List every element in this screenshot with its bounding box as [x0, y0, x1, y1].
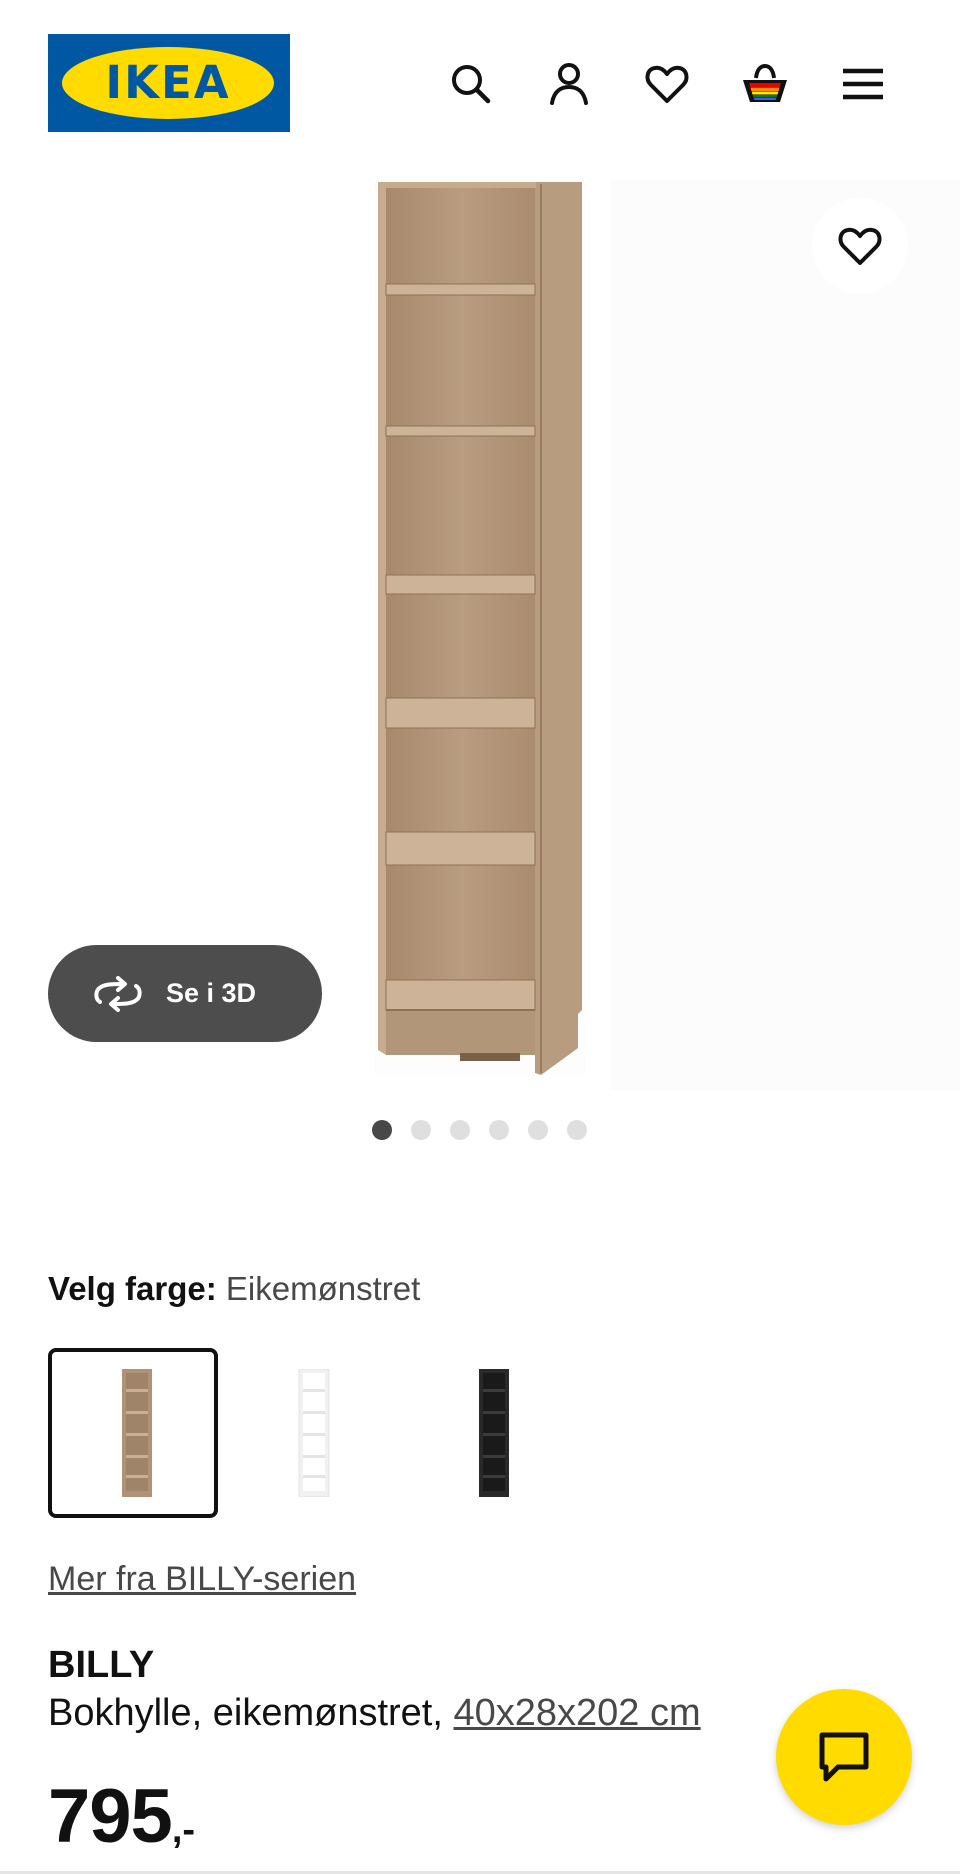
heart-icon — [838, 227, 882, 265]
product-description-text: Bokhylle, eikemønstret, — [48, 1692, 454, 1734]
heart-icon[interactable] — [643, 60, 691, 108]
price-amount: 795 — [48, 1774, 173, 1859]
product-description: Bokhylle, eikemønstret, 40x28x202 cm — [48, 1692, 701, 1735]
color-picker-label: Velg farge: Eikemønstret — [48, 1270, 420, 1308]
carousel-dot[interactable] — [489, 1120, 509, 1140]
series-link[interactable]: Mer fra BILLY-serien — [48, 1560, 356, 1599]
chat-button[interactable] — [776, 1689, 912, 1825]
carousel-dot[interactable] — [411, 1120, 431, 1140]
rotate-3d-icon — [94, 976, 142, 1012]
price-suffix: ,- — [171, 1809, 196, 1851]
carousel-dot[interactable] — [450, 1120, 470, 1140]
color-swatch-black[interactable] — [408, 1348, 578, 1518]
product-dimensions-link[interactable]: 40x28x202 cm — [453, 1692, 700, 1734]
carousel-dot[interactable] — [567, 1120, 587, 1140]
registered-mark: ® — [275, 61, 285, 72]
swatch-image — [479, 1369, 509, 1497]
selected-color-value: Eikemønstret — [225, 1270, 421, 1307]
chat-icon — [819, 1732, 869, 1782]
search-icon[interactable] — [447, 60, 495, 108]
carousel-dot[interactable] — [372, 1120, 392, 1140]
product-name: BILLY — [48, 1644, 155, 1686]
carousel-dot[interactable] — [528, 1120, 548, 1140]
ikea-logo[interactable]: IKEA ® — [48, 34, 290, 132]
menu-icon[interactable] — [839, 60, 887, 108]
logo-wordmark: IKEA — [105, 56, 231, 109]
color-swatch-oak[interactable] — [48, 1348, 218, 1518]
favorite-button[interactable] — [812, 198, 908, 294]
view-3d-button[interactable]: Se i 3D — [48, 945, 322, 1042]
color-label-heading: Velg farge: — [48, 1270, 217, 1307]
swatch-image — [122, 1369, 152, 1497]
product-image — [375, 180, 585, 1075]
view-3d-label: Se i 3D — [166, 978, 257, 1008]
user-icon[interactable] — [545, 60, 593, 108]
shopping-bag-icon[interactable] — [741, 60, 789, 108]
color-swatch-white[interactable] — [228, 1348, 398, 1518]
product-price: 795,- — [48, 1773, 195, 1860]
top-header: IKEA ® — [0, 0, 960, 150]
swatch-image — [298, 1369, 330, 1497]
